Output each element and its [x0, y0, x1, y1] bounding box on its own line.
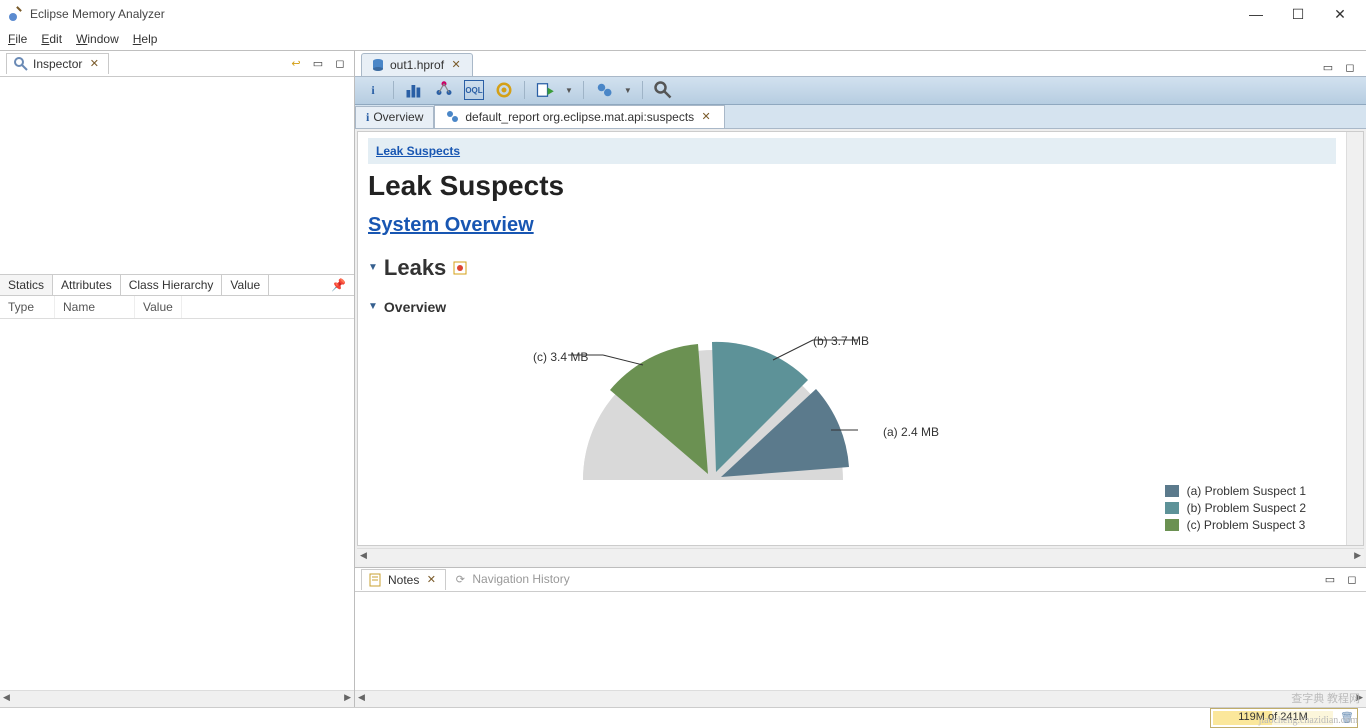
- subtab-overview-label: Overview: [373, 110, 423, 124]
- section-overview: Overview: [384, 299, 446, 315]
- editor-tab-out1[interactable]: out1.hprof ✕: [361, 53, 473, 76]
- report-icon: [445, 109, 461, 125]
- maximize-button[interactable]: ☐: [1288, 6, 1308, 23]
- back-arrow-icon[interactable]: ↩: [288, 55, 304, 71]
- watermark-top: 查字典 教程网: [1291, 690, 1360, 706]
- close-icon[interactable]: ✕: [448, 57, 464, 73]
- tab-statics[interactable]: Statics: [0, 275, 53, 295]
- leaks-badge-icon: [452, 260, 468, 276]
- inspector-view: Inspector ✕ ↩ ▭ ◻ Statics Attributes Cla…: [0, 51, 355, 707]
- report-hscroll[interactable]: [357, 548, 1364, 565]
- notes-body[interactable]: [355, 592, 1366, 690]
- menu-help[interactable]: Help: [133, 32, 158, 46]
- tab-attributes[interactable]: Attributes: [53, 275, 121, 295]
- pie-chart: (a) 2.4 MB (b) 3.7 MB (c) 3.4 MB (a) Pro…: [368, 325, 1336, 535]
- maximize-view-icon[interactable]: ◻: [1344, 571, 1360, 587]
- subtab-default-report[interactable]: default_report org.eclipse.mat.api:suspe…: [434, 105, 725, 128]
- subtab-report-label: default_report org.eclipse.mat.api:suspe…: [465, 110, 694, 124]
- close-icon[interactable]: ✕: [423, 572, 439, 588]
- menu-edit[interactable]: Edit: [41, 32, 62, 46]
- col-value: Value: [135, 296, 182, 318]
- minimize-view-icon[interactable]: ▭: [1322, 571, 1338, 587]
- watermark: jiaocheng.chazidian.com: [1259, 715, 1358, 726]
- editor-tab-label: out1.hprof: [390, 58, 444, 72]
- minimize-editor-icon[interactable]: ▭: [1320, 60, 1336, 76]
- oql-icon[interactable]: OQL: [464, 80, 484, 100]
- heap-file-icon: [370, 57, 386, 73]
- section-leaks: Leaks: [384, 255, 446, 281]
- view-tab-nav-history[interactable]: ⟳ Navigation History: [446, 569, 575, 589]
- nav-history-label: Navigation History: [472, 572, 569, 586]
- inspector-icon: [13, 56, 29, 72]
- link-system-overview[interactable]: System Overview: [368, 214, 534, 236]
- tab-value[interactable]: Value: [222, 275, 269, 295]
- inspector-title: Inspector: [33, 57, 82, 71]
- notes-hscroll[interactable]: [355, 690, 1366, 707]
- sub-tabs: i Overview default_report org.eclipse.ma…: [355, 105, 1366, 129]
- menu-file[interactable]: File: [8, 32, 27, 46]
- pin-icon[interactable]: 📌: [323, 275, 354, 295]
- pie-label-c: (c) 3.4 MB: [533, 350, 588, 364]
- info-icon[interactable]: i: [363, 80, 383, 100]
- history-icon: ⟳: [452, 571, 468, 587]
- page-title: Leak Suspects: [368, 170, 1336, 202]
- legend-b: (b) Problem Suspect 2: [1187, 501, 1306, 515]
- status-bar: 119M of 241M 🗑 查字典 教程网 jiaocheng.chazidi…: [0, 707, 1366, 728]
- query-browser-icon[interactable]: [594, 80, 614, 100]
- inspector-tab[interactable]: Inspector ✕: [6, 53, 109, 74]
- notes-label: Notes: [388, 573, 419, 587]
- col-name: Name: [55, 296, 135, 318]
- report-content: Leak Suspects Leak Suspects System Overv…: [358, 132, 1346, 545]
- menu-window[interactable]: Window: [76, 32, 119, 46]
- inspector-tabs: Statics Attributes Class Hierarchy Value…: [0, 274, 354, 296]
- dominator-tree-icon[interactable]: [434, 80, 454, 100]
- legend-a: (a) Problem Suspect 1: [1187, 484, 1306, 498]
- histogram-icon[interactable]: [404, 80, 424, 100]
- pie-label-a: (a) 2.4 MB: [883, 425, 939, 439]
- menu-bar: File Edit Window Help: [0, 29, 1366, 50]
- close-icon[interactable]: ✕: [698, 109, 714, 125]
- pie-label-b: (b) 3.7 MB: [813, 334, 869, 348]
- close-icon[interactable]: ✕: [86, 56, 102, 72]
- maximize-editor-icon[interactable]: ◻: [1342, 60, 1358, 76]
- tab-class-hierarchy[interactable]: Class Hierarchy: [121, 275, 223, 295]
- editor-toolbar: i OQL ▼ ▼: [355, 77, 1366, 105]
- window-title: Eclipse Memory Analyzer: [30, 7, 165, 21]
- search-icon[interactable]: [653, 80, 673, 100]
- chevron-down-icon[interactable]: ▼: [368, 262, 378, 273]
- pie-legend: (a) Problem Suspect 1 (b) Problem Suspec…: [1165, 481, 1306, 535]
- inspector-hscroll[interactable]: [0, 690, 354, 707]
- view-tab-notes[interactable]: Notes ✕: [361, 569, 446, 590]
- legend-c: (c) Problem Suspect 3: [1187, 518, 1306, 532]
- close-button[interactable]: ✕: [1330, 6, 1350, 23]
- breadcrumb-leak-suspects[interactable]: Leak Suspects: [376, 144, 460, 158]
- notes-icon: [368, 572, 384, 588]
- maximize-view-icon[interactable]: ◻: [332, 55, 348, 71]
- run-report-icon[interactable]: [535, 80, 555, 100]
- subtab-overview[interactable]: i Overview: [355, 106, 434, 128]
- chevron-down-icon[interactable]: ▼: [368, 301, 378, 312]
- col-type: Type: [0, 296, 55, 318]
- threads-icon[interactable]: [494, 80, 514, 100]
- minimize-button[interactable]: —: [1246, 6, 1266, 23]
- title-bar: Eclipse Memory Analyzer — ☐ ✕: [0, 0, 1366, 29]
- app-icon: [8, 6, 24, 22]
- report-vscroll[interactable]: [1346, 132, 1363, 545]
- editor-tabs: out1.hprof ✕ ▭ ◻: [355, 51, 1366, 77]
- minimize-view-icon[interactable]: ▭: [310, 55, 326, 71]
